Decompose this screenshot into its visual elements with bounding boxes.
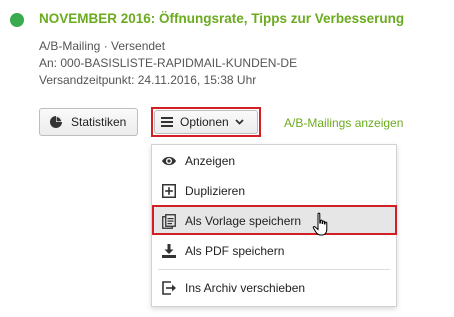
hand-cursor-icon	[312, 212, 332, 243]
menu-item-label: Als PDF speichern	[185, 244, 285, 258]
options-label: Optionen	[180, 115, 229, 129]
menu-item-highlight-frame	[152, 205, 397, 235]
archive-icon	[161, 280, 177, 296]
menu-icon	[161, 117, 173, 127]
mailing-type: A/B-Mailing · Versendet	[39, 39, 166, 53]
menu-item-save-as-pdf[interactable]: Als PDF speichern	[152, 237, 396, 265]
menu-item-label: Ins Archiv verschieben	[185, 281, 306, 295]
download-icon	[161, 243, 177, 259]
mailing-recipients: An: 000-BASISLISTE-RAPIDMAIL-KUNDEN-DE	[39, 56, 298, 70]
menu-item-label: Duplizieren	[185, 184, 246, 198]
statistics-button[interactable]: Statistiken	[39, 108, 138, 136]
menu-item-view[interactable]: Anzeigen	[152, 147, 396, 175]
mailing-card: NOVEMBER 2016: Öffnungsrate, Tipps zur V…	[0, 0, 454, 317]
statistics-label: Statistiken	[71, 115, 127, 129]
pie-chart-icon	[49, 115, 63, 129]
mailing-title[interactable]: NOVEMBER 2016: Öffnungsrate, Tipps zur V…	[39, 11, 404, 26]
duplicate-icon	[161, 183, 177, 199]
menu-item-move-to-archive[interactable]: Ins Archiv verschieben	[152, 274, 396, 302]
menu-item-label: Anzeigen	[185, 154, 236, 168]
mailing-sent-time: Versandzeitpunkt: 24.11.2016, 15:38 Uhr	[39, 73, 257, 87]
ab-mailings-link[interactable]: A/B-Mailings anzeigen	[284, 116, 403, 130]
menu-divider	[158, 269, 390, 270]
status-indicator	[10, 13, 24, 27]
eye-icon	[161, 153, 177, 169]
menu-item-duplicate[interactable]: Duplizieren	[152, 177, 396, 205]
chevron-down-icon	[235, 119, 244, 125]
options-button[interactable]: Optionen	[154, 110, 258, 134]
